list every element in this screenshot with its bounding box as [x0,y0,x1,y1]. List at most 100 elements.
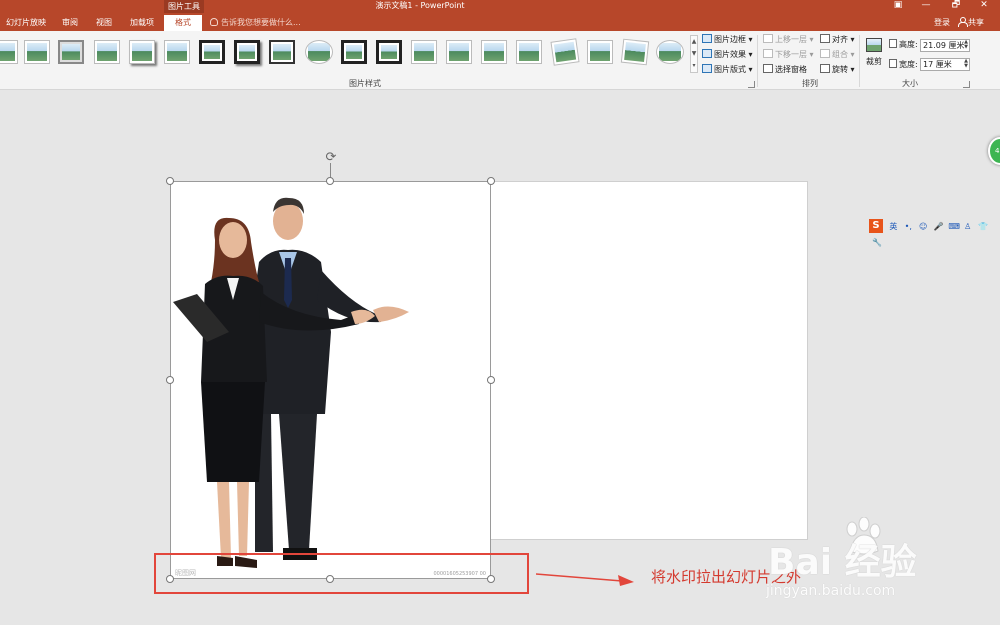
picture-style-thumb[interactable] [234,40,260,64]
resize-handle-top[interactable] [326,177,334,185]
crop-button[interactable]: 裁剪 [866,55,882,69]
picture-tools-context-label: 图片工具 [164,0,204,13]
person-icon [958,17,968,27]
group-label: 组合 [832,50,848,59]
send-backward-icon [763,49,773,58]
arrange-group-label: 排列 [802,79,818,88]
gallery-scrollbar[interactable]: ▲ ▼ ▾ [690,35,698,73]
floating-badge[interactable]: 45 [988,137,1000,165]
spin-arrows-icon[interactable]: ▲ ▼ [964,40,968,50]
height-label-text: 高度: [899,40,918,49]
picture-style-thumb[interactable] [341,40,367,64]
ime-toolbar[interactable]: S 英 •, ☺ 🎤 ⌨ ♙ 👕 🔧 [869,219,1000,247]
height-icon [889,39,897,48]
keyboard-icon[interactable]: ⌨ [948,219,960,234]
resize-handle-top-right[interactable] [487,177,495,185]
picture-style-thumb[interactable] [620,38,650,66]
baidu-logo-text: Bai 经验 [768,542,917,583]
picture-style-thumb[interactable] [305,40,333,64]
tab-format[interactable]: 格式 [164,15,202,31]
height-value: 21.09 厘米 [923,41,965,50]
picture-layout-label: 图片版式 [714,65,746,74]
tab-slideshow[interactable]: 幻灯片放映 [4,15,48,31]
punctuation-icon[interactable]: •, [904,219,913,234]
picture-style-thumb[interactable] [550,38,580,66]
dialog-launcher-icon[interactable] [748,81,755,88]
spin-arrows-icon[interactable]: ▲ ▼ [964,59,968,69]
tell-me-search[interactable]: 告诉我您想要做什么... [210,15,301,31]
chevron-down-icon[interactable]: ▼ [691,48,697,60]
rotate-button[interactable]: 旋转 ▾ [820,63,855,77]
align-icon [820,34,830,43]
align-button[interactable]: 对齐 ▾ [820,33,855,47]
login-link[interactable]: 登录 [934,15,950,31]
send-backward-button[interactable]: 下移一层 ▾ [763,48,814,62]
title-bar: 图片工具 演示文稿1 - PowerPoint ▣ — 🗗 ✕ 幻灯片放映 审阅… [0,0,1000,31]
picture-style-thumb[interactable] [269,40,295,64]
picture-style-thumb[interactable] [446,40,472,64]
share-label: 共享 [968,18,984,27]
crop-icon[interactable] [866,38,882,52]
picture-style-thumb[interactable] [516,40,542,64]
picture-style-thumb[interactable] [481,40,507,64]
chevron-up-icon[interactable]: ▲ [691,36,697,48]
close-button[interactable]: ✕ [970,0,998,12]
layout-icon [702,64,712,73]
picture-effects-label: 图片效果 [714,50,746,59]
rotate-icon [820,64,830,73]
picture-style-thumb[interactable] [587,40,613,64]
wrench-icon[interactable]: 🔧 [872,235,882,250]
picture-style-gallery [0,38,690,67]
picture-style-thumb[interactable] [24,40,50,64]
lightbulb-icon [210,18,218,26]
dialog-launcher-icon[interactable] [963,81,970,88]
share-button[interactable]: 共享 [958,15,984,31]
height-field[interactable]: 21.09 厘米 ▲ ▼ [920,39,970,52]
picture-style-thumb[interactable] [94,40,120,64]
ime-language-mode[interactable]: 英 [889,219,898,234]
picture-style-thumb[interactable] [58,40,84,64]
height-label: 高度: [889,38,918,52]
rotate-label: 旋转 [832,65,848,74]
picture-style-thumb[interactable] [656,40,684,64]
more-icon[interactable]: ▾ [691,60,697,72]
skin-icon[interactable]: 👕 [978,219,988,234]
resize-handle-right[interactable] [487,376,495,384]
selection-pane-icon [763,64,773,73]
tab-review[interactable]: 审阅 [56,15,84,31]
picture-border-label: 图片边框 [714,35,746,44]
picture-style-thumb[interactable] [376,40,402,64]
width-field[interactable]: 17 厘米 ▲ ▼ [920,58,970,71]
user-icon[interactable]: ♙ [963,219,972,234]
restore-button[interactable]: 🗗 [942,0,970,12]
picture-style-thumb[interactable] [0,40,18,64]
bring-forward-button[interactable]: 上移一层 ▾ [763,33,814,47]
picture-layout-button[interactable]: 图片版式 ▾ [702,63,753,77]
picture-style-thumb[interactable] [129,40,155,64]
resize-handle-top-left[interactable] [166,177,174,185]
width-label-text: 宽度: [899,60,918,69]
selection-pane-button[interactable]: 选择窗格 [763,63,807,77]
picture-effects-button[interactable]: 图片效果 ▾ [702,48,753,62]
minimize-button[interactable]: — [912,0,940,12]
picture-style-thumb[interactable] [199,40,225,64]
width-label: 宽度: [889,58,918,72]
selected-picture[interactable]: 昵图网 00001605253907 00 [170,181,491,579]
watermark-highlight-box [154,553,529,594]
microphone-icon[interactable]: 🎤 [934,219,944,234]
send-backward-label: 下移一层 [775,50,807,59]
group-button[interactable]: 组合 ▾ [820,48,855,62]
tab-addins[interactable]: 加载项 [124,15,160,31]
align-label: 对齐 [832,35,848,44]
rotate-handle-icon[interactable]: ⟳ [323,151,339,165]
emoji-icon[interactable]: ☺ [919,219,928,234]
picture-border-button[interactable]: 图片边框 ▾ [702,33,753,47]
picture-style-thumb[interactable] [411,40,437,64]
tab-view[interactable]: 视图 [90,15,118,31]
picture-style-thumb[interactable] [164,40,190,64]
sogou-logo-icon[interactable]: S [869,219,883,233]
resize-handle-left[interactable] [166,376,174,384]
window-title: 演示文稿1 - PowerPoint [375,1,465,10]
ribbon-display-options-button[interactable]: ▣ [884,0,912,12]
baidu-url-text: jingyan.baidu.com [766,583,896,599]
